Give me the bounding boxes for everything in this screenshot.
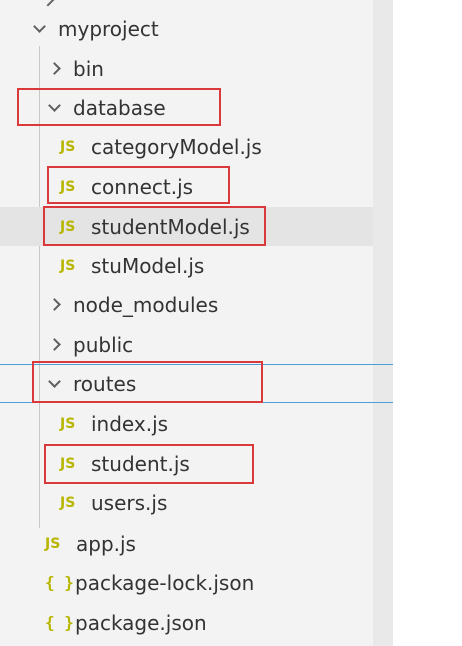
folder-label: myproject [58, 16, 159, 41]
file-label: package-lock.json [75, 570, 255, 595]
javascript-file-icon: JS [45, 535, 61, 552]
tree-folder-database[interactable]: database [0, 88, 373, 127]
tree-file-package-lock-json[interactable]: { } package-lock.json [0, 563, 373, 602]
tree-file-index-js[interactable]: JS index.js [0, 404, 373, 443]
chevron-down-icon [30, 17, 48, 41]
file-label: package.json [75, 610, 207, 635]
chevron-right-icon [45, 333, 63, 357]
file-label: categoryModel.js [91, 134, 262, 159]
folder-label: public [73, 332, 134, 357]
tree-file-student-js[interactable]: JS student.js [0, 444, 373, 483]
javascript-file-icon: JS [60, 257, 76, 274]
explorer-scroll-gutter [373, 0, 393, 646]
json-file-icon: { } [45, 613, 74, 632]
file-label: app.js [76, 531, 136, 556]
file-label: connect.js [91, 174, 194, 199]
tree-file-categorymodel-js[interactable]: JS categoryModel.js [0, 127, 373, 166]
tree-folder-myproject[interactable]: myproject [0, 9, 373, 48]
javascript-file-icon: JS [60, 218, 76, 235]
chevron-down-icon [45, 372, 63, 396]
file-label: student.js [91, 451, 190, 476]
chevron-right-icon [45, 293, 63, 317]
javascript-file-icon: JS [60, 178, 76, 195]
tree-file-package-json[interactable]: { } package.json [0, 603, 373, 642]
javascript-file-icon: JS [60, 455, 76, 472]
tree-folder-routes[interactable]: routes [0, 364, 393, 403]
folder-label: database [73, 95, 166, 120]
chevron-down-icon [45, 96, 63, 120]
file-label: users.js [91, 490, 168, 515]
tree-file-connect-js[interactable]: JS connect.js [0, 167, 373, 206]
tree-file-app-js[interactable]: JS app.js [0, 524, 373, 563]
tree-file-studentmodel-js[interactable]: JS studentModel.js [0, 207, 373, 246]
folder-label: node_modules [73, 292, 219, 317]
chevron-right-icon [45, 57, 63, 81]
file-label: studentModel.js [91, 214, 250, 239]
editor-blank-area [393, 0, 462, 646]
tree-folder-node-modules[interactable]: node_modules [0, 285, 373, 324]
chevron-down-icon [39, 0, 57, 7]
file-explorer-panel: myproject bin database JS categoryModel.… [0, 0, 393, 646]
javascript-file-icon: JS [60, 415, 76, 432]
file-label: stuModel.js [91, 253, 205, 278]
javascript-file-icon: JS [60, 138, 76, 155]
json-file-icon: { } [45, 573, 74, 592]
folder-label: bin [73, 56, 104, 81]
tree-file-stumodel-js[interactable]: JS stuModel.js [0, 246, 373, 285]
tree-folder-bin[interactable]: bin [0, 49, 373, 88]
file-label: index.js [91, 411, 169, 436]
javascript-file-icon: JS [60, 494, 76, 511]
tree-file-users-js[interactable]: JS users.js [0, 483, 373, 522]
folder-label: routes [73, 371, 137, 396]
tree-folder-public[interactable]: public [0, 325, 373, 364]
